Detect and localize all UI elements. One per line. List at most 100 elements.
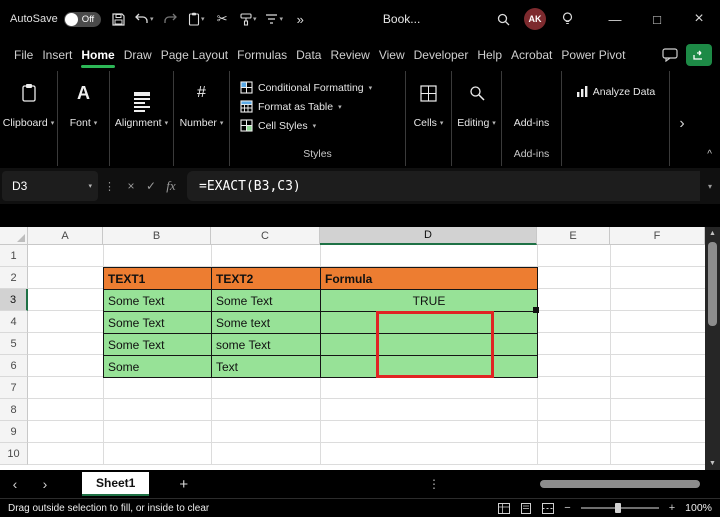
- tab-draw[interactable]: Draw: [124, 38, 152, 71]
- new-sheet-button[interactable]: +: [179, 476, 188, 493]
- conditional-formatting-button[interactable]: Conditional Formatting ▾: [230, 78, 372, 97]
- cell-C6[interactable]: Text: [212, 356, 321, 378]
- row-header-8[interactable]: 8: [0, 399, 28, 421]
- undo-button[interactable]: ▾: [131, 5, 157, 33]
- redo-button[interactable]: [157, 5, 183, 33]
- name-box[interactable]: D3 ▾: [2, 171, 98, 201]
- column-header-b[interactable]: B: [103, 227, 211, 245]
- cell-C3[interactable]: Some Text: [212, 290, 321, 312]
- ribbon-overflow-button[interactable]: ›: [670, 71, 694, 166]
- insert-function-button[interactable]: fx: [161, 174, 181, 198]
- cell-C4[interactable]: Some text: [212, 312, 321, 334]
- row-header-2[interactable]: 2: [0, 267, 28, 289]
- column-header-f[interactable]: F: [610, 227, 705, 245]
- zoom-slider[interactable]: [580, 503, 659, 513]
- vertical-scrollbar[interactable]: ▲ ▼: [705, 227, 720, 470]
- cell-B2[interactable]: TEXT1: [104, 268, 212, 290]
- tab-power-pivot[interactable]: Power Pivot: [561, 38, 625, 71]
- cell-D3[interactable]: TRUE: [321, 290, 538, 312]
- avatar[interactable]: AK: [524, 8, 546, 30]
- cell-B3[interactable]: Some Text: [104, 290, 212, 312]
- sort-filter-button[interactable]: ▾: [261, 5, 287, 33]
- autosave-switch[interactable]: Off: [63, 11, 102, 27]
- cell-B6[interactable]: Some: [104, 356, 212, 378]
- row-header-7[interactable]: 7: [0, 377, 28, 399]
- cell-C2[interactable]: TEXT2: [212, 268, 321, 290]
- column-header-a[interactable]: A: [28, 227, 103, 245]
- zoom-level[interactable]: 100%: [685, 502, 712, 514]
- tabbar-splitter-handle[interactable]: ⋮: [428, 477, 440, 491]
- cell-D2[interactable]: Formula: [321, 268, 538, 290]
- close-button[interactable]: ×: [678, 0, 720, 38]
- tab-formulas[interactable]: Formulas: [237, 38, 287, 71]
- comments-button[interactable]: [662, 47, 678, 62]
- fill-handle[interactable]: [533, 307, 539, 313]
- scroll-up-button[interactable]: ▲: [705, 227, 720, 240]
- row-header-4[interactable]: 4: [0, 311, 28, 333]
- tab-page-layout[interactable]: Page Layout: [161, 38, 228, 71]
- tab-view[interactable]: View: [379, 38, 405, 71]
- prev-sheet-button[interactable]: ‹: [0, 476, 30, 492]
- cancel-button[interactable]: ×: [121, 174, 141, 198]
- editing-group[interactable]: Editing ▾: [452, 71, 502, 166]
- more-commands-button[interactable]: »: [287, 5, 313, 33]
- normal-view-button[interactable]: [498, 502, 511, 514]
- column-header-c[interactable]: C: [211, 227, 320, 245]
- row-header-3[interactable]: 3: [0, 289, 28, 311]
- tab-acrobat[interactable]: Acrobat: [511, 38, 552, 71]
- autosave-toggle[interactable]: AutoSave Off: [10, 11, 102, 27]
- cell-D6[interactable]: [321, 356, 538, 378]
- page-break-view-button[interactable]: [542, 502, 555, 514]
- number-group[interactable]: # Number ▾: [174, 71, 230, 166]
- cell-D4[interactable]: [321, 312, 538, 334]
- zoom-out-button[interactable]: −: [564, 502, 570, 514]
- select-all-button[interactable]: [0, 227, 28, 245]
- cell-B4[interactable]: Some Text: [104, 312, 212, 334]
- collapse-ribbon-button[interactable]: ^: [707, 149, 712, 160]
- paste-button[interactable]: ▾: [183, 5, 209, 33]
- cell-C5[interactable]: some Text: [212, 334, 321, 356]
- share-button[interactable]: [686, 43, 712, 66]
- tab-home[interactable]: Home: [81, 38, 116, 71]
- tab-help[interactable]: Help: [477, 38, 502, 71]
- column-header-e[interactable]: E: [537, 227, 610, 245]
- cell-styles-button[interactable]: Cell Styles ▾: [230, 116, 316, 135]
- maximize-button[interactable]: □: [636, 0, 678, 38]
- tab-data[interactable]: Data: [296, 38, 321, 71]
- tab-review[interactable]: Review: [330, 38, 369, 71]
- tell-me-button[interactable]: [554, 5, 580, 33]
- row-header-6[interactable]: 6: [0, 355, 28, 377]
- minimize-button[interactable]: —: [594, 0, 636, 38]
- alignment-group[interactable]: Alignment ▾: [110, 71, 174, 166]
- analyze-data-group[interactable]: Analyze Data: [562, 71, 670, 166]
- row-header-1[interactable]: 1: [0, 245, 28, 267]
- formula-input[interactable]: =EXACT(B3,C3): [187, 171, 700, 201]
- column-header-d[interactable]: D: [320, 227, 537, 245]
- font-group[interactable]: A Font ▾: [58, 71, 110, 166]
- cut-button[interactable]: ✂: [209, 5, 235, 33]
- tab-insert[interactable]: Insert: [42, 38, 72, 71]
- row-header-9[interactable]: 9: [0, 421, 28, 443]
- cell-B5[interactable]: Some Text: [104, 334, 212, 356]
- row-header-10[interactable]: 10: [0, 443, 28, 465]
- cell-D5[interactable]: [321, 334, 538, 356]
- enter-button[interactable]: ✓: [141, 174, 161, 198]
- save-button[interactable]: [105, 5, 131, 33]
- tab-file[interactable]: File: [14, 38, 33, 71]
- vertical-scrollbar-thumb[interactable]: [708, 242, 717, 326]
- cells-group[interactable]: Cells ▾: [406, 71, 452, 166]
- expand-formula-bar-button[interactable]: ▾: [700, 182, 720, 191]
- addins-group[interactable]: Add-ins Add-ins: [502, 71, 562, 166]
- page-layout-view-button[interactable]: [520, 502, 532, 514]
- zoom-in-button[interactable]: +: [669, 502, 675, 514]
- zoom-slider-thumb[interactable]: [614, 503, 621, 513]
- format-painter-button[interactable]: ▾: [235, 5, 261, 33]
- drag-handle-icon[interactable]: ⋮: [98, 180, 121, 193]
- clipboard-group[interactable]: Clipboard ▾: [0, 71, 58, 166]
- tab-developer[interactable]: Developer: [414, 38, 469, 71]
- search-button[interactable]: [490, 5, 516, 33]
- sheet-tab-sheet1[interactable]: Sheet1: [82, 472, 150, 496]
- row-header-5[interactable]: 5: [0, 333, 28, 355]
- horizontal-scrollbar-thumb[interactable]: [540, 480, 700, 488]
- next-sheet-button[interactable]: ›: [30, 476, 60, 492]
